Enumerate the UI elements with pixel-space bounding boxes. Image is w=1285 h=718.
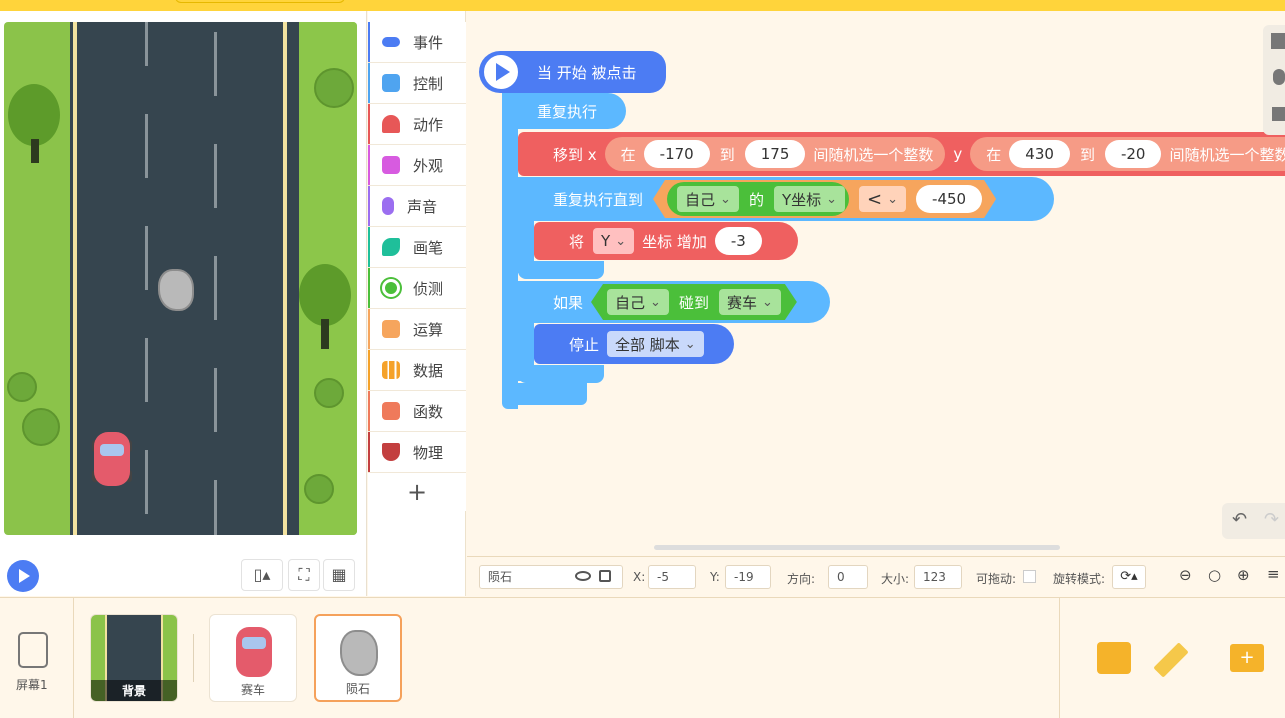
music-icon[interactable] (1097, 642, 1131, 674)
race-car-sprite[interactable] (92, 432, 132, 488)
lock-icon[interactable] (599, 570, 611, 582)
draggable-checkbox[interactable] (1023, 570, 1036, 583)
zoom-reset-icon[interactable]: ○ (1208, 566, 1221, 584)
shirt-icon (382, 156, 400, 174)
x-input[interactable]: -5 (648, 565, 696, 589)
gamepad-icon (382, 74, 400, 92)
script-area[interactable]: 当 开始 被点击 重复执行 移到 x 在 -170 到 175 间随机选一个整数… (467, 11, 1285, 555)
stop-block[interactable]: 停止 全部 脚本 (534, 324, 734, 364)
property-dropdown[interactable]: Y坐标 (774, 186, 845, 212)
calculator-icon (382, 320, 400, 338)
forever-block[interactable]: 重复执行 (502, 93, 626, 129)
y-max-input[interactable]: -20 (1104, 140, 1162, 168)
menu-icon[interactable]: ≡ (1267, 565, 1280, 583)
bush (7, 372, 37, 402)
stop-option-dropdown[interactable]: 全部 脚本 (607, 331, 704, 357)
pencil-icon[interactable] (1153, 642, 1189, 678)
category-operators[interactable]: 运算 (368, 309, 466, 350)
undo-icon[interactable]: ↶ (1232, 509, 1247, 530)
change-amount-input[interactable]: -3 (714, 227, 762, 255)
run-button[interactable] (7, 560, 39, 592)
redo-icon[interactable]: ↷ (1264, 509, 1279, 530)
magnet-icon (382, 443, 400, 461)
sprite-background[interactable]: 背景 (90, 614, 178, 702)
add-extension-button[interactable]: + (368, 473, 466, 511)
less-than-operator[interactable]: 自己 的 Y坐标 < -450 (653, 180, 996, 218)
device-menu-button[interactable]: ▯▴ (241, 559, 283, 591)
screen-selector[interactable]: 屏幕1 (0, 598, 74, 718)
category-physics[interactable]: 物理 (368, 432, 466, 473)
if-block[interactable]: 如果 自己 碰到 赛车 (518, 281, 830, 323)
play-triangle-icon (496, 63, 510, 81)
shirt-icon[interactable] (1271, 33, 1285, 49)
sprite-dropdown[interactable]: 自己 (677, 186, 739, 212)
category-motion[interactable]: 动作 (368, 104, 466, 145)
category-data[interactable]: 数据 (368, 350, 466, 391)
sprite-properties: 陨石 X: -5 Y: -19 方向: 0 大小: 123 可拖动: 旋转模式:… (467, 556, 1285, 596)
eye-icon[interactable] (575, 571, 591, 581)
limit-input[interactable]: -450 (916, 185, 982, 213)
touching-reporter[interactable]: 自己 碰到 赛车 (591, 284, 797, 320)
top-bar (0, 0, 1285, 11)
change-y-block[interactable]: 将 Y 坐标 增加 -3 (534, 222, 798, 260)
random-x-reporter[interactable]: 在 -170 到 175 间随机选一个整数 (604, 137, 946, 171)
self-dropdown[interactable]: 自己 (607, 289, 669, 315)
size-input[interactable]: 123 (914, 565, 962, 589)
category-events[interactable]: 事件 (368, 22, 466, 63)
microphone-icon (382, 197, 394, 215)
bush (314, 378, 344, 408)
top-tab[interactable] (175, 0, 345, 3)
target-icon (382, 279, 400, 297)
operator-dropdown[interactable]: < (859, 186, 906, 212)
x-min-input[interactable]: -170 (643, 140, 710, 168)
function-icon (382, 402, 400, 420)
bush (304, 474, 334, 504)
folder-add-icon[interactable]: + (1230, 644, 1264, 672)
asset-tools (1263, 25, 1285, 135)
stage-canvas[interactable] (4, 22, 357, 535)
fullscreen-icon[interactable]: ⛶ (288, 559, 320, 591)
y-min-input[interactable]: 430 (1009, 140, 1070, 168)
goto-xy-block[interactable]: 移到 x 在 -170 到 175 间随机选一个整数 y 在 430 到 -20… (518, 132, 1285, 176)
y-input[interactable]: -19 (725, 565, 771, 589)
target-dropdown[interactable]: 赛车 (719, 289, 781, 315)
when-start-clicked-block[interactable]: 当 开始 被点击 (479, 51, 666, 93)
category-control[interactable]: 控制 (368, 63, 466, 104)
category-functions[interactable]: 函数 (368, 391, 466, 432)
category-looks[interactable]: 外观 (368, 145, 466, 186)
category-sensing[interactable]: 侦测 (368, 268, 466, 309)
rotation-mode-dropdown[interactable]: ⟳▴ (1112, 565, 1146, 589)
zoom-out-icon[interactable]: ⊖ (1179, 566, 1192, 584)
sprite-meteor[interactable]: 陨石 (314, 614, 402, 702)
bar-chart-icon[interactable] (1272, 107, 1285, 121)
microphone-icon[interactable] (1273, 69, 1285, 85)
toggle-icon (382, 37, 400, 47)
bush (22, 408, 60, 446)
block-categories: 事件 控制 动作 外观 声音 画笔 侦测 运算 数据 函数 物理 + (368, 22, 466, 511)
sprite-tray: 屏幕1 背景 赛车 陨石 + (0, 597, 1285, 718)
bush (314, 68, 354, 108)
meteor-sprite[interactable] (158, 269, 194, 311)
zoom-in-icon[interactable]: ⊕ (1237, 566, 1250, 584)
category-sound[interactable]: 声音 (368, 186, 466, 227)
direction-input[interactable]: 0 (828, 565, 868, 589)
horizontal-scrollbar[interactable] (654, 545, 1060, 550)
axis-dropdown[interactable]: Y (593, 228, 635, 254)
tablet-icon (18, 632, 48, 668)
category-pen[interactable]: 画笔 (368, 227, 466, 268)
repeat-until-block[interactable]: 重复执行直到 自己 的 Y坐标 < -450 (518, 177, 1054, 221)
pen-icon (382, 238, 400, 256)
ghost-icon (382, 115, 400, 133)
random-y-reporter[interactable]: 在 430 到 -20 间随机选一个整数 (970, 137, 1285, 171)
grid-icon[interactable]: ▦ (323, 559, 355, 591)
self-property-reporter[interactable]: 自己 的 Y坐标 (667, 182, 849, 216)
undo-redo: ↶ ↷ (1222, 503, 1285, 539)
stage-panel: ▯▴ ⛶ ▦ (0, 11, 367, 596)
x-max-input[interactable]: 175 (744, 140, 806, 168)
asset-add-panel: + (1059, 598, 1285, 718)
bar-chart-icon (382, 361, 400, 379)
sprite-race-car[interactable]: 赛车 (209, 614, 297, 702)
